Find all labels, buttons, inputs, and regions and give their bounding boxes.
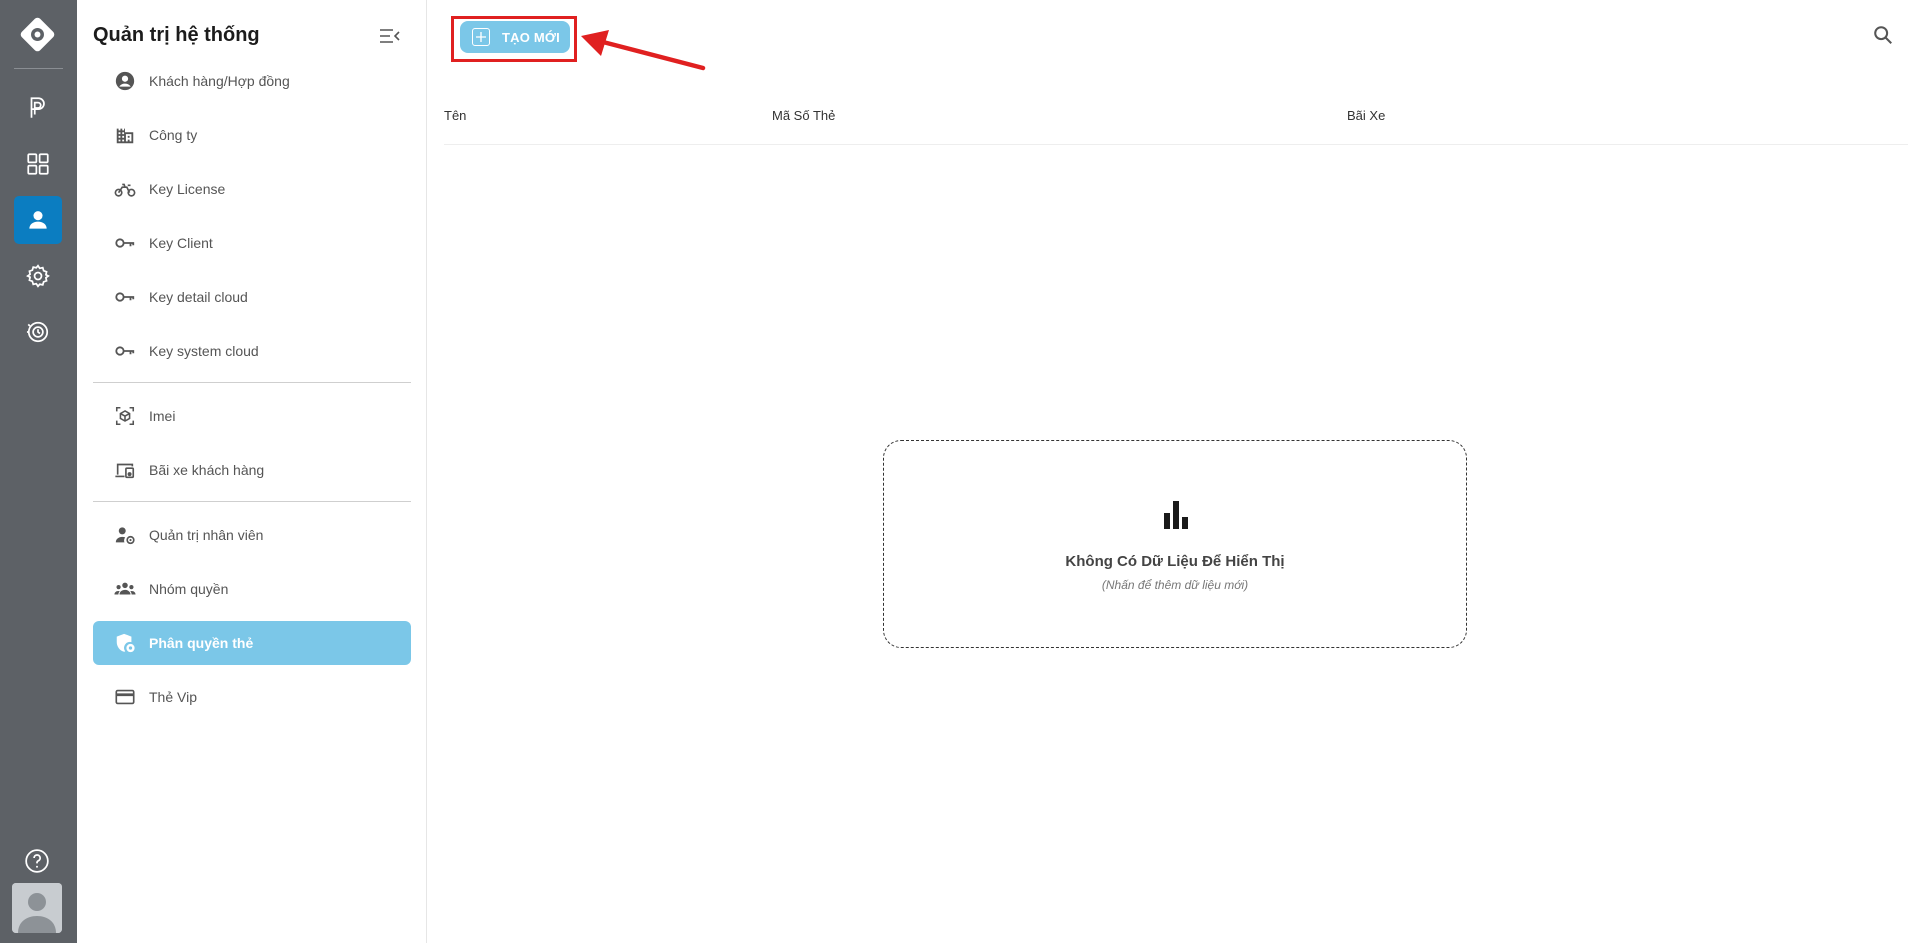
plus-icon bbox=[472, 28, 490, 46]
sidebar-item-label: Nhóm quyền bbox=[149, 581, 229, 597]
sidebar-item-label: Bãi xe khách hàng bbox=[149, 462, 265, 478]
sidebar: Quản trị hệ thống Khách hàng/Hợp đồng Cô… bbox=[77, 0, 427, 943]
sidebar-item-label: Phân quyền thẻ bbox=[149, 635, 254, 651]
sidebar-item-label: Key Client bbox=[149, 235, 213, 251]
devices-icon bbox=[113, 458, 137, 482]
help-icon[interactable] bbox=[24, 848, 50, 874]
sidebar-item-label: Thẻ Vip bbox=[149, 689, 197, 705]
empty-state-title: Không Có Dữ Liệu Để Hiển Thị bbox=[1065, 553, 1285, 570]
sidebar-item-card-permission[interactable]: Phân quyền thẻ bbox=[93, 621, 411, 665]
icon-rail bbox=[0, 0, 77, 943]
sidebar-item-key-license[interactable]: Key License bbox=[93, 167, 411, 211]
sidebar-item-label: Key License bbox=[149, 181, 226, 197]
menu-divider bbox=[93, 382, 411, 383]
sidebar-item-label: Imei bbox=[149, 408, 176, 424]
sidebar-menu: Khách hàng/Hợp đồng Công ty Key License … bbox=[93, 59, 411, 729]
credit-card-icon bbox=[113, 685, 137, 709]
sidebar-item-key-detail-cloud[interactable]: Key detail cloud bbox=[93, 275, 411, 319]
create-new-label: TẠO MỚI bbox=[502, 29, 560, 45]
menu-divider bbox=[93, 501, 411, 502]
sidebar-item-permission-group[interactable]: Nhóm quyền bbox=[93, 567, 411, 611]
search-icon[interactable] bbox=[1872, 24, 1894, 46]
key-icon bbox=[113, 231, 137, 255]
building-icon bbox=[113, 123, 137, 147]
bar-chart-icon bbox=[1164, 501, 1188, 529]
main-content: TẠO MỚI Tên Mã Số Thẻ Bãi Xe Không Có Dữ… bbox=[427, 0, 1916, 943]
sidebar-item-customer-contract[interactable]: Khách hàng/Hợp đồng bbox=[93, 59, 411, 103]
annotation-arrow-icon bbox=[581, 30, 706, 71]
motorbike-icon bbox=[113, 177, 137, 201]
sidebar-item-label: Quản trị nhân viên bbox=[149, 527, 264, 543]
sidebar-item-label: Khách hàng/Hợp đồng bbox=[149, 73, 290, 89]
user-icon bbox=[29, 211, 47, 229]
column-header-name[interactable]: Tên bbox=[444, 108, 466, 123]
key-icon bbox=[113, 339, 137, 363]
sidebar-item-label: Key system cloud bbox=[149, 343, 259, 359]
app-window: Quản trị hệ thống Khách hàng/Hợp đồng Cô… bbox=[0, 0, 1916, 943]
sidebar-item-label: Công ty bbox=[149, 127, 198, 143]
menu-collapse-icon[interactable] bbox=[379, 26, 401, 46]
sidebar-item-staff-admin[interactable]: Quản trị nhân viên bbox=[93, 513, 411, 557]
user-gear-icon bbox=[113, 523, 137, 547]
rail-item-history[interactable] bbox=[14, 308, 62, 356]
empty-state[interactable]: Không Có Dữ Liệu Để Hiển Thị (Nhấn để th… bbox=[883, 440, 1467, 648]
create-new-button[interactable]: TẠO MỚI bbox=[460, 21, 570, 53]
account-circle-icon bbox=[113, 69, 137, 93]
column-header-parking-lot[interactable]: Bãi Xe bbox=[1347, 108, 1385, 123]
key-icon bbox=[113, 285, 137, 309]
gear-icon bbox=[26, 264, 50, 288]
sidebar-item-key-client[interactable]: Key Client bbox=[93, 221, 411, 265]
group-icon bbox=[113, 577, 137, 601]
avatar[interactable] bbox=[12, 883, 62, 933]
sidebar-item-customer-parking[interactable]: Bãi xe khách hàng bbox=[93, 448, 411, 492]
shield-icon bbox=[113, 631, 137, 655]
rail-divider bbox=[14, 68, 63, 69]
scan-box-icon bbox=[113, 404, 137, 428]
history-icon bbox=[26, 321, 49, 343]
rail-item-parking[interactable] bbox=[14, 84, 62, 132]
empty-state-subtitle: (Nhấn để thêm dữ liệu mới) bbox=[1101, 578, 1249, 592]
sidebar-item-key-system-cloud[interactable]: Key system cloud bbox=[93, 329, 411, 373]
logo-icon[interactable] bbox=[19, 16, 56, 53]
sidebar-item-label: Key detail cloud bbox=[149, 289, 248, 305]
column-header-card-number[interactable]: Mã Số Thẻ bbox=[772, 108, 835, 123]
rail-item-dashboard[interactable] bbox=[14, 140, 62, 188]
sidebar-title: Quản trị hệ thống bbox=[93, 24, 260, 46]
parking-icon bbox=[30, 97, 45, 118]
sidebar-item-vip-card[interactable]: Thẻ Vip bbox=[93, 675, 411, 719]
rail-item-settings[interactable] bbox=[14, 252, 62, 300]
sidebar-item-company[interactable]: Công ty bbox=[93, 113, 411, 157]
grid-icon bbox=[27, 153, 49, 175]
sidebar-item-imei[interactable]: Imei bbox=[93, 394, 411, 438]
table-header: Tên Mã Số Thẻ Bãi Xe bbox=[444, 95, 1908, 145]
rail-item-users[interactable] bbox=[14, 196, 62, 244]
